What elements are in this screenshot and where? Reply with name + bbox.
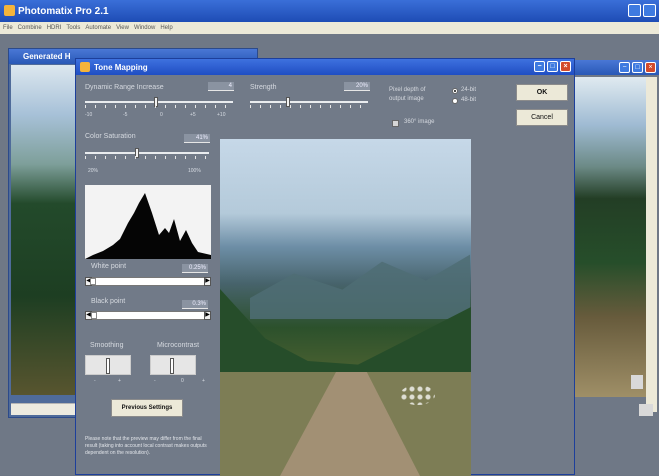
vertical-scrollbar[interactable]	[646, 77, 657, 412]
scroll-arrow-icon[interactable]	[639, 404, 653, 416]
strength-tick-marks	[250, 105, 368, 108]
microcontrast-label: Microcontrast	[157, 342, 200, 349]
black-point-scrollbar[interactable]: ◀ ▶	[85, 311, 211, 320]
black-point-label: Black point	[91, 298, 126, 305]
color-saturation-track	[85, 152, 209, 154]
dynamic-range-tick-minus10: -10	[85, 112, 93, 118]
tone-mapping-preview	[220, 139, 471, 476]
microcontrast-thumb[interactable]	[170, 358, 174, 374]
ok-button[interactable]: OK	[516, 84, 568, 101]
color-saturation-min-label: 20%	[88, 168, 99, 174]
white-point-right-arrow-icon[interactable]: ▶	[204, 277, 211, 286]
black-point-right-arrow-icon[interactable]: ▶	[204, 311, 211, 320]
dynamic-range-track	[85, 101, 233, 103]
close-icon[interactable]: ×	[645, 62, 656, 73]
dialog-title: Tone Mapping	[94, 62, 148, 72]
white-point-value[interactable]: 0.25%	[182, 264, 208, 273]
dynamic-range-slider[interactable]	[85, 96, 233, 108]
image-360-label: 360° image	[404, 119, 435, 125]
dynamic-range-tick-marks	[85, 105, 233, 108]
app-title-bar: Photomatix Pro 2.1	[0, 0, 659, 22]
smoothing-minus-label: -	[94, 378, 96, 384]
app-title: Photomatix Pro 2.1	[18, 5, 109, 17]
menu-window[interactable]: Window	[134, 25, 155, 31]
photomatix-icon	[4, 5, 15, 16]
histogram-plot	[85, 193, 211, 259]
smoothing-label: Smoothing	[90, 342, 124, 349]
pixel-depth-label-line1: Pixel depth of	[389, 87, 426, 93]
menu-hdri[interactable]: HDRI	[47, 25, 62, 31]
menu-view[interactable]: View	[116, 25, 129, 31]
color-saturation-value[interactable]: 41%	[184, 134, 210, 143]
color-saturation-slider[interactable]	[85, 147, 209, 159]
secondary-window-controls: − □ ×	[561, 60, 659, 75]
wildflowers	[400, 385, 435, 405]
maximize-icon[interactable]: □	[547, 61, 558, 72]
strength-value[interactable]: 20%	[344, 82, 370, 91]
dynamic-range-tick-plus10: +10	[217, 112, 226, 118]
depth-48bit-radio[interactable]	[452, 98, 458, 104]
microcontrast-slider[interactable]	[150, 355, 196, 375]
white-point-scrollbar[interactable]: ◀ ▶	[85, 277, 211, 286]
depth-48bit-label: 48-bit	[461, 97, 477, 103]
dynamic-range-value[interactable]: 4	[208, 82, 234, 91]
strength-slider[interactable]	[250, 96, 368, 108]
previous-settings-button[interactable]: Previous Settings	[111, 399, 183, 417]
distant-mountains	[250, 254, 470, 319]
microcontrast-minus-label: -	[154, 378, 156, 384]
color-saturation-tick-marks	[85, 156, 209, 159]
minimize-icon[interactable]: −	[619, 62, 630, 73]
cancel-button[interactable]: Cancel	[516, 109, 568, 126]
smoothing-thumb[interactable]	[106, 358, 110, 374]
color-saturation-max-label: 100%	[188, 168, 201, 174]
dynamic-range-tick-plus5: +5	[190, 112, 196, 118]
white-point-thumb[interactable]	[90, 278, 97, 285]
dynamic-range-tick-zero: 0	[160, 112, 163, 118]
luminance-histogram	[85, 185, 211, 259]
image-360-checkbox[interactable]	[392, 120, 399, 127]
dialog-controls: − □ ×	[534, 61, 571, 72]
dynamic-range-tick-minus5: -5	[123, 112, 128, 118]
black-point-thumb[interactable]	[91, 312, 98, 319]
menu-bar: File Combine HDRI Tools Automate View Wi…	[0, 22, 659, 34]
microcontrast-plus-label: +	[202, 378, 205, 384]
tone-mapping-title-bar: Tone Mapping − □ ×	[76, 59, 574, 75]
menu-file[interactable]: File	[3, 25, 13, 31]
secondary-image	[563, 77, 647, 397]
smoothing-slider[interactable]	[85, 355, 131, 375]
depth-24bit-label: 24-bit	[461, 87, 477, 93]
depth-24bit-radio[interactable]	[452, 88, 458, 94]
pixel-depth-label-line2: output image	[389, 96, 424, 102]
minimize-icon[interactable]: −	[534, 61, 545, 72]
scroll-arrow-icon[interactable]	[631, 375, 643, 389]
dynamic-range-label: Dynamic Range Increase	[85, 84, 164, 91]
preview-note: Please note that the preview may differ …	[85, 436, 207, 456]
tone-mapping-icon	[80, 62, 90, 72]
menu-automate[interactable]: Automate	[85, 25, 111, 31]
tone-mapping-dialog[interactable]: Tone Mapping − □ × Dynamic Range Increas…	[75, 58, 575, 476]
color-saturation-label: Color Saturation	[85, 133, 136, 140]
minimize-icon[interactable]	[628, 4, 641, 17]
maximize-icon[interactable]: □	[632, 62, 643, 73]
microcontrast-zero-label: 0	[181, 378, 184, 384]
white-point-label: White point	[91, 263, 127, 270]
strength-track	[250, 101, 368, 103]
menu-combine[interactable]: Combine	[18, 25, 42, 31]
black-point-value[interactable]: 0.3%	[182, 300, 208, 309]
close-icon[interactable]: ×	[560, 61, 571, 72]
smoothing-plus-label: +	[118, 378, 121, 384]
maximize-icon[interactable]	[643, 4, 656, 17]
menu-tools[interactable]: Tools	[66, 25, 80, 31]
menu-help[interactable]: Help	[160, 25, 172, 31]
strength-label: Strength	[250, 84, 277, 91]
